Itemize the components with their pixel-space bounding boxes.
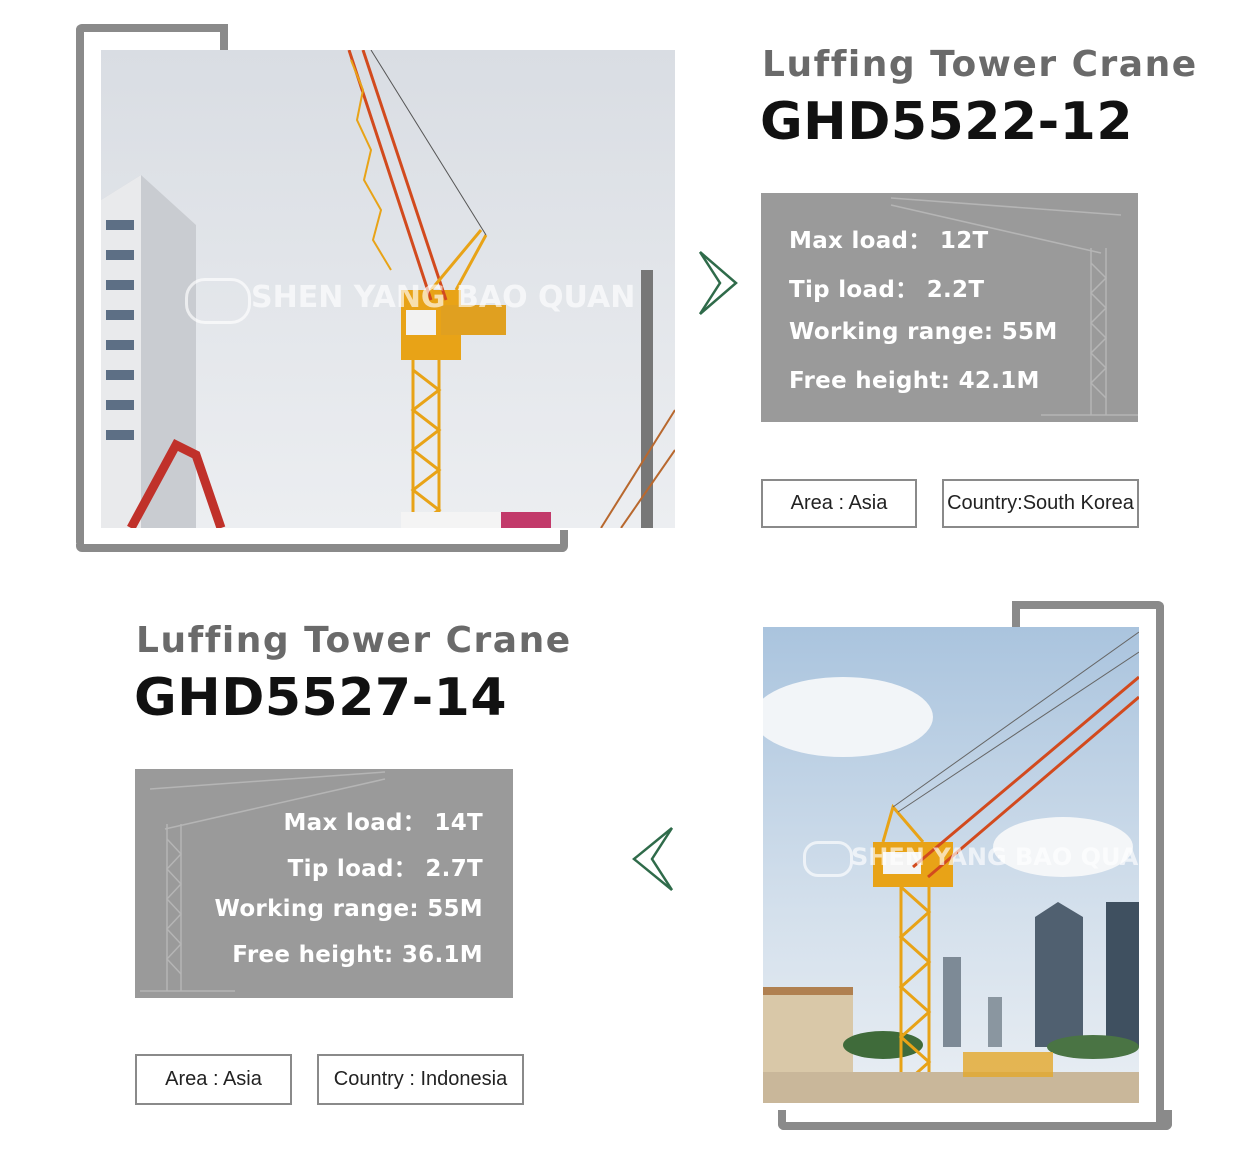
product-subtitle: Luffing Tower Crane bbox=[762, 44, 1198, 85]
product-model: GHD5522-12 bbox=[760, 92, 1134, 152]
watermark: SHEN YANG BAO QUAN bbox=[851, 843, 1139, 871]
bq-logo-icon bbox=[185, 278, 251, 324]
spec-working-range: Working range: 55M bbox=[214, 896, 483, 922]
area-tag: Area : Asia bbox=[135, 1054, 292, 1105]
product-subtitle: Luffing Tower Crane bbox=[136, 620, 572, 661]
spec-tip-load: Tip load： 2.2T bbox=[789, 277, 985, 303]
product-model: GHD5527-14 bbox=[134, 668, 508, 728]
spec-max-load: Max load： 14T bbox=[283, 810, 483, 836]
country-tag: Country : Indonesia bbox=[317, 1054, 524, 1105]
spec-max-load: Max load： 12T bbox=[789, 228, 989, 254]
photo-frame-bottom bbox=[76, 530, 568, 552]
area-tag: Area : Asia bbox=[761, 479, 917, 528]
spec-free-height: Free height: 36.1M bbox=[232, 942, 483, 968]
spec-working-range: Working range: 55M bbox=[789, 319, 1058, 345]
spec-free-height: Free height: 42.1M bbox=[789, 368, 1040, 394]
photo-frame-bottom bbox=[778, 1110, 1172, 1130]
spec-tip-load: Tip load： 2.7T bbox=[287, 856, 483, 882]
bq-logo-icon bbox=[803, 841, 853, 877]
spec-panel: Max load： 14T Tip load： 2.7T Working ran… bbox=[135, 769, 513, 998]
crane-photo-2: SHEN YANG BAO QUAN bbox=[763, 627, 1139, 1103]
chevron-right-icon bbox=[696, 250, 740, 316]
country-tag: Country:South Korea bbox=[942, 479, 1139, 528]
crane-photo-1: SHEN YANG BAO QUAN bbox=[101, 50, 675, 528]
watermark: SHEN YANG BAO QUAN bbox=[251, 280, 636, 315]
spec-panel: Max load： 12T Tip load： 2.2T Working ran… bbox=[761, 193, 1138, 422]
chevron-left-icon bbox=[630, 826, 676, 892]
